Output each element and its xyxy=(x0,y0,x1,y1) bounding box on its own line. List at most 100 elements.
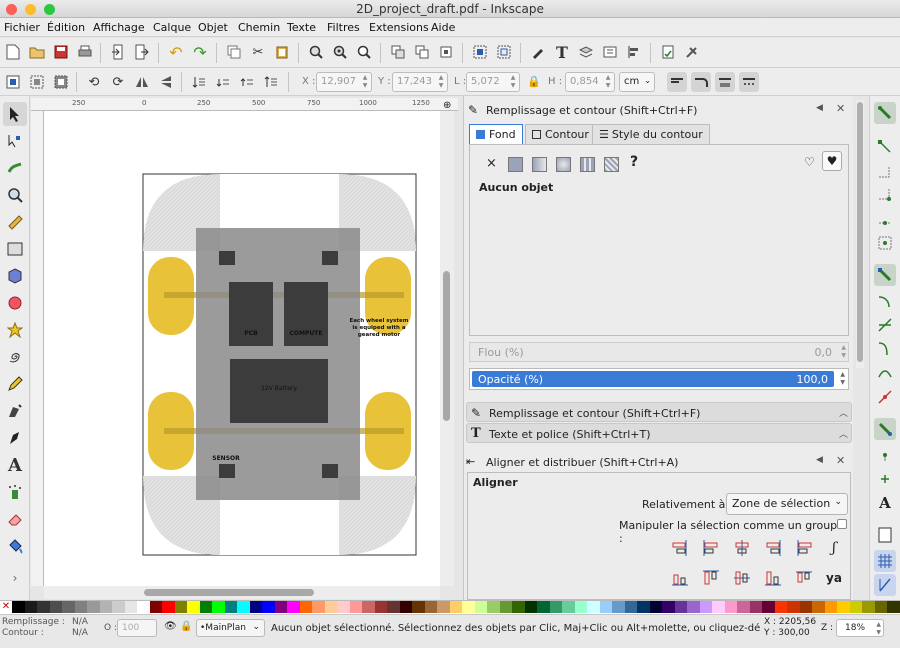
menu-edit[interactable]: Édition xyxy=(47,21,85,34)
mesh-gradient-icon[interactable] xyxy=(580,157,595,172)
tab-stroke-paint[interactable]: Contour xyxy=(525,124,596,144)
palette-swatch[interactable] xyxy=(437,601,450,613)
align-center-vertical-axis-icon[interactable] xyxy=(731,537,753,559)
palette-swatch[interactable] xyxy=(224,601,237,613)
print-icon[interactable] xyxy=(75,42,95,62)
vertical-scrollbar[interactable] xyxy=(440,111,454,586)
layers-icon[interactable] xyxy=(576,42,596,62)
palette-swatch[interactable] xyxy=(637,601,650,613)
fill-stroke-icon[interactable] xyxy=(528,42,548,62)
palette-swatch[interactable] xyxy=(337,601,350,613)
palette-swatch[interactable] xyxy=(774,601,787,613)
fill-rule-evenodd-icon[interactable]: ♡ xyxy=(804,155,815,169)
palette-swatch[interactable] xyxy=(787,601,800,613)
palette-swatch[interactable] xyxy=(199,601,212,613)
star-tool-icon[interactable] xyxy=(3,318,27,342)
save-icon[interactable] xyxy=(51,42,71,62)
palette-swatch[interactable] xyxy=(424,601,437,613)
snap-cusp-nodes-icon[interactable] xyxy=(874,338,896,360)
palette-swatch[interactable] xyxy=(749,601,762,613)
palette-swatch[interactable] xyxy=(312,601,325,613)
cut-icon[interactable]: ✂ xyxy=(248,42,268,62)
paste-icon[interactable] xyxy=(272,42,292,62)
rectangle-tool-icon[interactable] xyxy=(3,237,27,261)
unlink-clone-icon[interactable] xyxy=(412,42,432,62)
iconify-panel-icon[interactable]: ◀ xyxy=(816,455,823,465)
xml-editor-icon[interactable] xyxy=(600,42,620,62)
palette-swatch[interactable] xyxy=(162,601,175,613)
select-all-icon[interactable] xyxy=(3,72,23,92)
align-left-to-right-icon[interactable] xyxy=(793,537,815,559)
palette-swatch[interactable] xyxy=(624,601,637,613)
snap-guides-icon[interactable] xyxy=(874,574,896,596)
panel-scrollbar[interactable] xyxy=(856,100,864,368)
horizontal-scroll-thumb[interactable] xyxy=(144,589,314,596)
palette-swatch[interactable] xyxy=(274,601,287,613)
redo-icon[interactable]: ↷ xyxy=(190,42,210,62)
palette-swatch[interactable] xyxy=(49,601,62,613)
palette-swatch[interactable] xyxy=(762,601,775,613)
palette-swatch[interactable] xyxy=(724,601,737,613)
opacity-indicator-field[interactable]: 100 xyxy=(117,619,157,637)
flat-color-icon[interactable] xyxy=(508,157,523,172)
pattern-icon[interactable] xyxy=(604,157,619,172)
palette-swatch[interactable] xyxy=(124,601,137,613)
duplicate-icon[interactable] xyxy=(224,42,244,62)
snap-object-centers-icon[interactable] xyxy=(874,444,896,466)
palette-swatch[interactable] xyxy=(399,601,412,613)
palette-swatch[interactable] xyxy=(474,601,487,613)
blur-row[interactable]: Flou (%) 0,0 ▲ ▼ xyxy=(469,342,849,362)
rotate-cw-icon[interactable]: ⟳ xyxy=(108,72,128,92)
document-properties-icon[interactable] xyxy=(658,42,678,62)
invert-selection-icon[interactable] xyxy=(51,72,71,92)
palette-swatch[interactable] xyxy=(324,601,337,613)
palette-swatch[interactable] xyxy=(512,601,525,613)
snap-grids-icon[interactable] xyxy=(874,550,896,572)
ellipse-tool-icon[interactable] xyxy=(3,291,27,315)
align-right-to-left-icon[interactable] xyxy=(669,537,691,559)
palette-swatch[interactable] xyxy=(799,601,812,613)
align-right-icon[interactable] xyxy=(762,537,784,559)
palette-swatch[interactable] xyxy=(812,601,825,613)
import-icon[interactable] xyxy=(108,42,128,62)
vertical-scroll-thumb[interactable] xyxy=(443,271,450,421)
zoom-drawing-icon[interactable] xyxy=(330,42,350,62)
palette-swatch[interactable] xyxy=(599,601,612,613)
palette-swatch[interactable] xyxy=(849,601,862,613)
palette-swatch[interactable] xyxy=(674,601,687,613)
more-tools-chevron-icon[interactable]: › xyxy=(3,566,27,590)
palette-swatch[interactable] xyxy=(412,601,425,613)
spiral-tool-icon[interactable] xyxy=(3,345,27,369)
palette-swatch[interactable] xyxy=(24,601,37,613)
unit-select[interactable]: cm ⌄ xyxy=(619,72,655,92)
relative-to-select[interactable]: Zone de sélection ⌄ xyxy=(726,493,848,515)
height-field[interactable]: 0,854 ▲ ▼ xyxy=(565,72,615,92)
palette-swatch[interactable] xyxy=(174,601,187,613)
drawing-canvas[interactable]: PCB COMPUTE 12V Battery SENSOR Each whee… xyxy=(44,111,440,586)
tab-stroke-style[interactable]: ☰ Style du contour xyxy=(592,124,710,144)
pencil-tool-icon[interactable] xyxy=(3,372,27,396)
snap-line-midpoints-icon[interactable] xyxy=(874,386,896,408)
zoom-field[interactable]: 18% ▲ ▼ xyxy=(836,619,884,637)
no-paint-icon[interactable]: × xyxy=(486,156,497,171)
flip-horizontal-icon[interactable] xyxy=(132,72,152,92)
palette-swatch[interactable] xyxy=(687,601,700,613)
opacity-row[interactable]: Opacité (%) 100,0 ▲ ▼ xyxy=(469,368,849,390)
palette-swatch[interactable] xyxy=(699,601,712,613)
palette-swatch[interactable] xyxy=(299,601,312,613)
transform-gradient-icon[interactable] xyxy=(715,72,735,92)
preferences-icon[interactable] xyxy=(682,42,702,62)
raise-icon[interactable] xyxy=(237,72,257,92)
align-baseline-text-icon[interactable]: ya xyxy=(823,567,845,589)
linear-gradient-icon[interactable] xyxy=(532,157,547,172)
no-paint-swatch-icon[interactable]: ✕ xyxy=(0,601,12,613)
open-folder-icon[interactable] xyxy=(27,42,47,62)
palette-swatch[interactable] xyxy=(487,601,500,613)
lower-bottom-icon[interactable] xyxy=(189,72,209,92)
align-baseline-icon[interactable]: ʃ xyxy=(823,537,845,559)
rotate-ccw-icon[interactable]: ⟲ xyxy=(84,72,104,92)
snap-paths-icon[interactable] xyxy=(874,290,896,312)
palette-swatch[interactable] xyxy=(824,601,837,613)
close-panel-icon[interactable]: ✕ xyxy=(836,102,845,115)
palette-swatch[interactable] xyxy=(862,601,875,613)
